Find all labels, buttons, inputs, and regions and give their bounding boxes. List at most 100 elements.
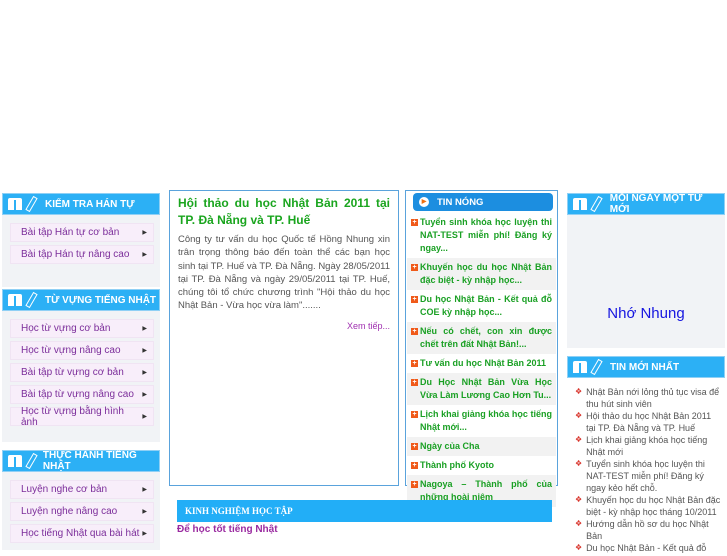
- menu-item[interactable]: Học từ vựng nâng cao ▶: [10, 341, 154, 360]
- latest-news-label: Tuyển sinh khóa học luyện thi NAT-TEST m…: [586, 459, 705, 493]
- diamond-bullet-icon: ❖: [575, 411, 583, 420]
- menu-item-label: Học tiếng Nhật qua bài hát: [21, 528, 140, 539]
- read-more-link[interactable]: Xem tiếp...: [178, 321, 390, 331]
- panel-header: THỰC HÀNH TIẾNG NHẬT: [2, 450, 160, 472]
- panel-title: TỪ VỰNG TIẾNG NHẬT: [45, 294, 157, 306]
- hot-news-label: Du Học Nhật Bản Vừa Học Vừa Làm Lương Ca…: [420, 377, 552, 400]
- menu-item[interactable]: Bài tập từ vựng cơ bản ▶: [10, 363, 154, 382]
- panel-header: TỪ VỰNG TIẾNG NHẬT: [2, 289, 160, 311]
- hot-news-label: Khuyến học du học Nhật Bản đặc biệt - kỳ…: [420, 262, 552, 285]
- latest-news-label: Du học Nhật Bản - Kết quả đỗ: [586, 543, 707, 553]
- panel-word-of-day: MỖI NGÀY MỘT TỪ MỚI Nhớ Nhung: [567, 193, 725, 348]
- menu-item-label: Luyện nghe cơ bản: [21, 484, 108, 495]
- latest-news-label: Khuyến học du học Nhật Bản đặc biệt - kỳ…: [586, 495, 721, 517]
- latest-news-label: Nhật Bản nới lỏng thủ tục visa để thu hú…: [586, 387, 720, 409]
- hot-news-item[interactable]: + Du học Nhật Bản - Kết quả đỗ COE kỳ nhậ…: [407, 290, 556, 322]
- experience-article-link[interactable]: Để học tốt tiếng Nhật: [177, 524, 278, 535]
- play-icon: ▶: [419, 197, 429, 207]
- menu-item[interactable]: Học từ vựng bằng hình ảnh ▶: [10, 406, 154, 428]
- arrow-right-icon: ▶: [142, 348, 147, 354]
- arrow-right-icon: ▶: [142, 392, 147, 398]
- menu-item-label: Học từ vựng nâng cao: [21, 345, 121, 356]
- experience-header: KINH NGHIỆM HỌC TẬP: [177, 500, 552, 522]
- latest-news-item[interactable]: ❖ Lịch khai giảng khóa học tiếng Nhật mới: [575, 434, 721, 458]
- hot-news-title: TIN NÓNG: [437, 196, 484, 208]
- panel-title: KIỂM TRA HÁN TỰ: [45, 198, 135, 210]
- plus-icon: +: [411, 379, 418, 386]
- hot-news-item[interactable]: + Du Học Nhật Bản Vừa Học Vừa Làm Lương C…: [407, 373, 556, 405]
- panel-thuc-hanh: THỰC HÀNH TIẾNG NHẬT Luyện nghe cơ bản ▶ …: [2, 450, 160, 550]
- plus-icon: +: [411, 219, 418, 226]
- panel-latest-news: TIN MỚI NHẤT ❖ Nhật Bản nới lỏng thủ tục …: [567, 356, 725, 553]
- book-pen-icon: [8, 452, 38, 470]
- hot-news-item[interactable]: + Khuyến học du học Nhật Bản đặc biệt - k…: [407, 258, 556, 290]
- menu-item-label: Bài tập từ vựng nâng cao: [21, 389, 134, 400]
- featured-article: Hội thảo du học Nhật Bản 2011 tại TP. Đà…: [169, 190, 399, 486]
- panel-header: MỖI NGÀY MỘT TỪ MỚI: [567, 193, 725, 215]
- hot-news-label: Tư vấn du học Nhật Bản 2011: [420, 358, 547, 368]
- menu-item-label: Học từ vựng cơ bản: [21, 323, 111, 334]
- book-pen-icon: [573, 358, 605, 376]
- menu-item[interactable]: Luyện nghe nâng cao ▶: [10, 502, 154, 521]
- hot-news-label: Nếu có chết, con xin được chết trên đất …: [420, 326, 552, 349]
- latest-news-item[interactable]: ❖ Hội thảo du học Nhật Bản 2011 tại TP. Đ…: [575, 410, 721, 434]
- menu-item[interactable]: Học từ vựng cơ bản ▶: [10, 319, 154, 338]
- arrow-right-icon: ▶: [142, 370, 147, 376]
- diamond-bullet-icon: ❖: [575, 519, 583, 528]
- hot-news-item[interactable]: + Lịch khai giảng khóa học tiếng Nhật mới…: [407, 405, 556, 437]
- latest-news-label: Lịch khai giảng khóa học tiếng Nhật mới: [586, 435, 708, 457]
- diamond-bullet-icon: ❖: [575, 459, 583, 468]
- latest-news-item[interactable]: ❖ Hướng dẫn hồ sơ du học Nhật Bản: [575, 518, 721, 542]
- plus-icon: +: [411, 360, 418, 367]
- hot-news-item[interactable]: + Ngày của Cha: [407, 437, 556, 456]
- hot-news-label: Du học Nhật Bản - Kết quả đỗ COE kỳ nhập…: [420, 294, 552, 317]
- latest-news-item[interactable]: ❖ Khuyến học du học Nhật Bản đặc biệt - k…: [575, 494, 721, 518]
- menu-item[interactable]: Học tiếng Nhật qua bài hát ▶: [10, 524, 154, 543]
- latest-news-item[interactable]: ❖ Tuyển sinh khóa học luyện thi NAT-TEST …: [575, 458, 721, 494]
- arrow-right-icon: ▶: [142, 252, 147, 258]
- hot-news-header: ▶ TIN NÓNG: [413, 193, 553, 211]
- book-pen-icon: [8, 195, 40, 213]
- word-of-day: Nhớ Nhung: [607, 305, 685, 322]
- menu-item-label: Luyện nghe nâng cao: [21, 506, 118, 517]
- menu-item[interactable]: Bài tập từ vựng nâng cao ▶: [10, 385, 154, 404]
- panel-title: MỖI NGÀY MỘT TỪ MỚI: [609, 193, 703, 215]
- hot-news-label: Lịch khai giảng khóa học tiếng Nhật mới.…: [420, 409, 552, 432]
- hot-news-item[interactable]: + Tuyển sinh khóa học luyện thi NAT-TEST …: [407, 213, 556, 258]
- arrow-right-icon: ▶: [142, 531, 147, 537]
- book-pen-icon: [573, 195, 605, 213]
- hot-news-box: ▶ TIN NÓNG + Tuyển sinh khóa học luyện th…: [405, 190, 558, 507]
- menu-item[interactable]: Bài tập Hán tự cơ bản ▶: [10, 223, 154, 242]
- hot-news-label: Thành phố Kyoto: [420, 460, 494, 470]
- panel-title: THỰC HÀNH TIẾNG NHẬT: [42, 450, 137, 472]
- book-pen-icon: [8, 291, 40, 309]
- plus-icon: +: [411, 264, 418, 271]
- panel-title: TIN MỚI NHẤT: [610, 361, 680, 373]
- plus-icon: +: [411, 443, 418, 450]
- hot-news-item[interactable]: + Nếu có chết, con xin được chết trên đất…: [407, 322, 556, 354]
- article-title-link[interactable]: Hội thảo du học Nhật Bản 2011 tại TP. Đà…: [178, 195, 390, 229]
- panel-header: KIỂM TRA HÁN TỰ: [2, 193, 160, 215]
- plus-icon: +: [411, 411, 418, 418]
- panel-tu-vung: TỪ VỰNG TIẾNG NHẬT Học từ vựng cơ bản ▶ H…: [2, 289, 160, 442]
- hot-news-label: Tuyển sinh khóa học luyện thi NAT-TEST m…: [420, 217, 552, 253]
- hot-news-item[interactable]: + Tư vấn du học Nhật Bản 2011: [407, 354, 556, 373]
- menu-item-label: Bài tập từ vựng cơ bản: [21, 367, 124, 378]
- diamond-bullet-icon: ❖: [575, 495, 583, 504]
- latest-news-item[interactable]: ❖ Nhật Bản nới lỏng thủ tục visa để thu h…: [575, 386, 721, 410]
- arrow-right-icon: ▶: [142, 326, 147, 332]
- latest-news-item[interactable]: ❖ Du học Nhật Bản - Kết quả đỗ: [575, 542, 721, 554]
- menu-item[interactable]: Bài tập Hán tự nâng cao ▶: [10, 245, 154, 264]
- menu-item-label: Bài tập Hán tự nâng cao: [21, 249, 130, 260]
- arrow-right-icon: ▶: [142, 487, 147, 493]
- diamond-bullet-icon: ❖: [575, 435, 583, 444]
- arrow-right-icon: ▶: [142, 509, 147, 515]
- latest-news-label: Hướng dẫn hồ sơ du học Nhật Bản: [586, 519, 709, 541]
- experience-title: KINH NGHIỆM HỌC TẬP: [185, 506, 293, 516]
- hot-news-label: Ngày của Cha: [420, 441, 480, 451]
- menu-item[interactable]: Luyện nghe cơ bản ▶: [10, 480, 154, 499]
- diamond-bullet-icon: ❖: [575, 543, 583, 552]
- panel-header: TIN MỚI NHẤT: [567, 356, 725, 378]
- hot-news-item[interactable]: + Thành phố Kyoto: [407, 456, 556, 475]
- diamond-bullet-icon: ❖: [575, 387, 583, 396]
